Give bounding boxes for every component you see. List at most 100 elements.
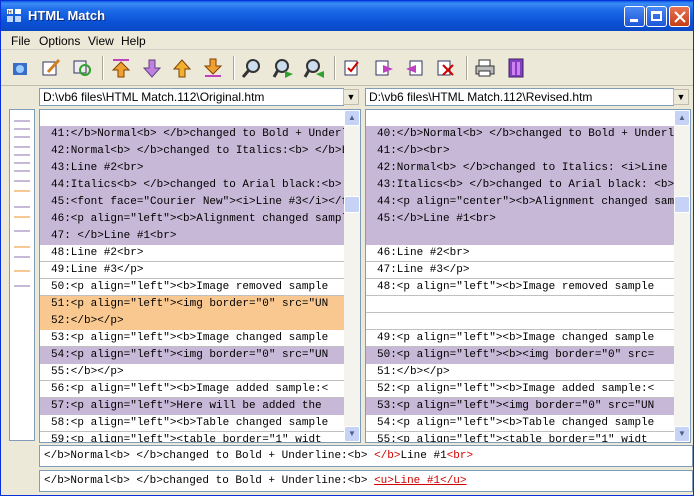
overview-diff-mark	[14, 285, 30, 287]
first-diff-button[interactable]	[108, 55, 134, 81]
code-line[interactable]: 49:Line #3</p>	[40, 262, 344, 279]
code-line[interactable]: 40:</b>Normal<b> </b>changed to Bold + U…	[366, 126, 674, 143]
overview-diff-mark	[14, 136, 30, 138]
scroll-thumb[interactable]	[344, 196, 360, 213]
scroll-thumb[interactable]	[674, 196, 690, 213]
exit-icon	[508, 58, 524, 78]
overview-diff-mark	[14, 128, 30, 130]
code-line[interactable]: 55:</b></p>	[40, 364, 344, 381]
close-icon	[674, 11, 686, 23]
code-line[interactable]: 54:<p align="left"><img border="0" src="…	[40, 347, 344, 364]
find-button[interactable]	[239, 55, 265, 81]
overview-diff-mark	[14, 154, 30, 156]
find-prev-button[interactable]	[301, 55, 327, 81]
overview-diff-mark	[14, 162, 30, 164]
code-line[interactable]: 47: </b>Line #1<br>	[40, 228, 344, 245]
refresh-button[interactable]	[69, 55, 95, 81]
code-line[interactable]: 42:Normal<b> </b>changed to Italics:<b> …	[40, 143, 344, 160]
menu-bar: File Options View Help	[1, 31, 693, 50]
code-line[interactable]: 41:</b>Normal<b> </b>changed to Bold + U…	[40, 126, 344, 143]
code-line[interactable]: 51:<p align="left"><img border="0" src="…	[40, 296, 344, 313]
code-line[interactable]: 45:<font face="Courier New"><i>Line #3</…	[40, 194, 344, 211]
overview-diff-mark	[14, 230, 30, 232]
open-icon	[13, 63, 27, 75]
code-line[interactable]: 53:<p align="left"><img border="0" src="…	[366, 398, 674, 415]
last-diff-icon	[203, 58, 223, 77]
code-line[interactable]: 58:<p align="left"><b>Table changed samp…	[40, 415, 344, 432]
menu-options[interactable]: Options	[39, 34, 80, 48]
close-button[interactable]	[669, 6, 690, 27]
code-line[interactable]: 55:<p align="left"><table border="1" wid…	[366, 432, 674, 442]
find-next-button[interactable]	[270, 55, 296, 81]
copy-right-button[interactable]	[371, 55, 397, 81]
last-diff-button[interactable]	[200, 55, 226, 81]
code-line[interactable]: 46:<p align="left"><b>Alignment changed …	[40, 211, 344, 228]
left-scrollbar[interactable]: ▲ ▼	[344, 110, 360, 442]
title-bar[interactable]: H HTML Match	[1, 1, 693, 31]
exit-button[interactable]	[503, 55, 529, 81]
scroll-down-button[interactable]: ▼	[674, 426, 690, 442]
menu-view[interactable]: View	[88, 34, 114, 48]
code-line[interactable]: 44:<p align="center"><b>Alignment change…	[366, 194, 674, 211]
right-scrollbar[interactable]: ▲ ▼	[674, 110, 690, 442]
scroll-up-button[interactable]: ▲	[674, 110, 690, 126]
find-icon	[241, 59, 260, 78]
code-line[interactable]	[366, 313, 674, 330]
left-file-path[interactable]: D:\vb6 files\HTML Match.112\Original.htm	[39, 88, 344, 106]
left-file-dropdown[interactable]: ▼	[343, 89, 359, 105]
code-line[interactable]: 51:</b></p>	[366, 364, 674, 381]
code-line[interactable]: 50:<p align="left"><b><img border="0" sr…	[366, 347, 674, 364]
code-line[interactable]: 49:<p align="left"><b>Image changed samp…	[366, 330, 674, 347]
overview-diff-mark	[14, 270, 30, 272]
menu-help[interactable]: Help	[121, 34, 146, 48]
overview-diff-mark	[14, 170, 30, 172]
code-line[interactable]: 48:<p align="left"><b>Image removed samp…	[366, 279, 674, 296]
copy-left-button[interactable]	[340, 55, 366, 81]
copy-all-left-button[interactable]	[402, 55, 428, 81]
overview-diff-mark	[14, 146, 30, 148]
code-line[interactable]: 56:<p align="left"><b>Image added sample…	[40, 381, 344, 398]
right-file-dropdown[interactable]: ▼	[673, 89, 689, 105]
overview-diff-mark	[14, 190, 30, 192]
right-file-path[interactable]: D:\vb6 files\HTML Match.112\Revised.htm	[365, 88, 674, 106]
code-line[interactable]: 54:<p align="left"><b>Table changed samp…	[366, 415, 674, 432]
revised-compare-line: </b>Normal<b> </b>changed to Bold + Unde…	[39, 470, 693, 492]
code-line[interactable]: 57:<p align="left">Here will be added th…	[40, 398, 344, 415]
minimize-button[interactable]	[624, 6, 645, 27]
code-line[interactable]: 43:Italics<b> </b>changed to Arial black…	[366, 177, 674, 194]
code-line[interactable]: 52:</b></p>	[40, 313, 344, 330]
code-line[interactable]: 43:Line #2<br>	[40, 160, 344, 177]
copy-all-right-button[interactable]	[433, 55, 459, 81]
diff-overview-bar[interactable]	[9, 109, 35, 441]
scroll-up-button[interactable]: ▲	[344, 110, 360, 126]
prev-diff-button[interactable]	[169, 55, 195, 81]
first-diff-icon	[111, 59, 131, 78]
scroll-down-button[interactable]: ▼	[344, 426, 360, 442]
edit-button[interactable]	[38, 55, 64, 81]
code-line[interactable]: 52:<p align="left"><b>Image added sample…	[366, 381, 674, 398]
open-button[interactable]	[7, 55, 33, 81]
code-line[interactable]: 48:Line #2<br>	[40, 245, 344, 262]
print-icon	[475, 59, 495, 77]
maximize-button[interactable]	[646, 6, 667, 27]
right-lines: 40:</b>Normal<b> </b>changed to Bold + U…	[366, 126, 674, 442]
code-line[interactable]: 41:</b><br>	[366, 143, 674, 160]
code-line[interactable]: 42:Normal<b> </b>changed to Italics: <i>…	[366, 160, 674, 177]
code-line[interactable]: 53:<p align="left"><b>Image changed samp…	[40, 330, 344, 347]
code-line[interactable]: 45:</b>Line #1<br>	[366, 211, 674, 228]
right-pane[interactable]: 40:</b>Normal<b> </b>changed to Bold + U…	[365, 109, 691, 443]
left-pane[interactable]: 41:</b>Normal<b> </b>changed to Bold + U…	[39, 109, 361, 443]
code-line[interactable]: 59:<p align="left"><table border="1" wid…	[40, 432, 344, 442]
menu-file[interactable]: File	[11, 34, 30, 48]
code-line[interactable]: 47:Line #3</p>	[366, 262, 674, 279]
code-line[interactable]: 46:Line #2<br>	[366, 245, 674, 262]
code-line[interactable]	[366, 228, 674, 245]
next-diff-button[interactable]	[139, 55, 165, 81]
left-lines: 41:</b>Normal<b> </b>changed to Bold + U…	[40, 126, 344, 442]
code-line[interactable]: 44:Italics<b> </b>changed to Arial black…	[40, 177, 344, 194]
code-line[interactable]	[366, 296, 674, 313]
copy-all-right-icon	[437, 60, 454, 76]
code-line[interactable]: 50:<p align="left"><b>Image removed samp…	[40, 279, 344, 296]
overview-diff-mark	[14, 246, 30, 248]
print-button[interactable]	[472, 55, 498, 81]
